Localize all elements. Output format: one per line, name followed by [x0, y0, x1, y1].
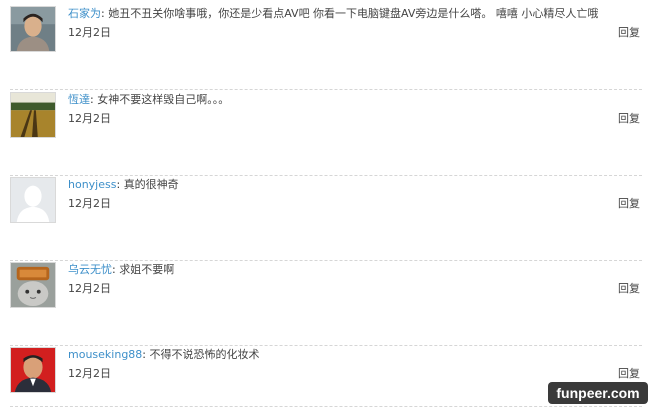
default-user-icon: [11, 178, 55, 222]
username-separator: :: [116, 178, 121, 191]
comment-username[interactable]: mouseking88: [68, 348, 142, 361]
user-avatar[interactable]: [10, 92, 56, 138]
site-watermark: funpeer.com: [548, 382, 648, 404]
comment-text: 不得不说恐怖的化妆术: [149, 348, 260, 361]
comment-text: 她丑不丑关你啥事哦，你还是少看点AV吧 你看一下电脑键盘AV旁边是什么嗒。 嘻嘻…: [108, 7, 599, 20]
cat-with-toast-icon: [11, 263, 55, 307]
comment-username[interactable]: 恆達: [68, 93, 90, 106]
man-portrait-red-bg-icon: [11, 348, 55, 392]
comment-item: 石家为: 她丑不丑关你啥事哦，你还是少看点AV吧 你看一下电脑键盘AV旁边是什么…: [10, 6, 642, 90]
comment-item: 乌云无忧: 求姐不要啊 12月2日 回复: [10, 262, 642, 346]
user-avatar[interactable]: [10, 262, 56, 308]
username-separator: :: [112, 263, 116, 276]
reply-link[interactable]: 回复: [618, 111, 640, 127]
comment-date: 12月2日: [68, 367, 111, 380]
username-separator: :: [101, 7, 105, 20]
comment-item: 恆達: 女神不要这样毁自己啊。。。 12月2日 回复: [10, 92, 642, 176]
field-landscape-icon: [11, 93, 55, 137]
user-avatar[interactable]: [10, 177, 56, 223]
comment-text: 真的很神奇: [123, 178, 179, 191]
comment-text: 女神不要这样毁自己啊。。。: [97, 93, 230, 106]
reply-link[interactable]: 回复: [618, 366, 640, 382]
reply-link[interactable]: 回复: [618, 281, 640, 297]
comment-date: 12月2日: [68, 26, 111, 39]
comment-date: 12月2日: [68, 282, 111, 295]
comment-username[interactable]: honyjess: [68, 178, 116, 191]
portrait-photo-icon: [11, 7, 55, 51]
comment-username[interactable]: 石家为: [68, 7, 101, 20]
username-separator: :: [142, 348, 147, 361]
username-separator: :: [90, 93, 94, 106]
comment-text: 求姐不要啊: [119, 263, 175, 276]
comment-date: 12月2日: [68, 112, 111, 125]
reply-link[interactable]: 回复: [618, 25, 640, 41]
comment-item: honyjess: 真的很神奇 12月2日 回复: [10, 177, 642, 261]
user-avatar[interactable]: [10, 347, 56, 393]
user-avatar[interactable]: [10, 6, 56, 52]
comment-date: 12月2日: [68, 197, 111, 210]
comment-username[interactable]: 乌云无忧: [68, 263, 112, 276]
reply-link[interactable]: 回复: [618, 196, 640, 212]
